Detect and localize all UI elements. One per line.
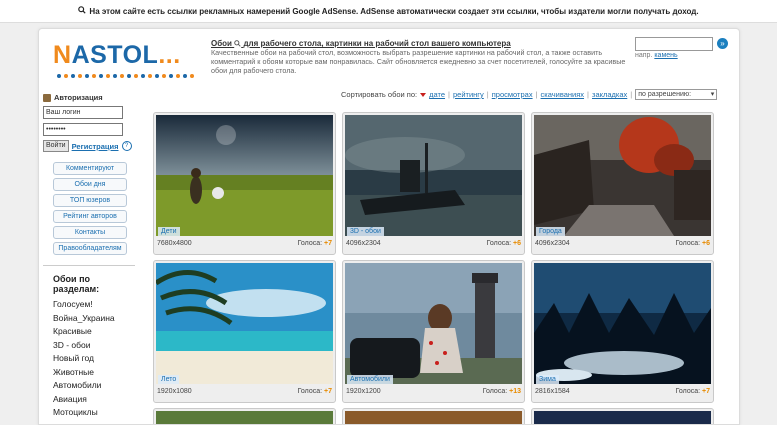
wallpaper-card[interactable]: Дети 7680x4800 Голоса: +7 bbox=[153, 112, 336, 255]
login-field[interactable]: Ваш логин bbox=[43, 106, 123, 119]
category-label[interactable]: Автомобили bbox=[347, 375, 393, 384]
chevron-down-icon: ▾ bbox=[710, 91, 715, 98]
menu-copyright[interactable]: Правообладателям bbox=[53, 242, 127, 255]
card-meta: 4096x2304 Голоса: +6 bbox=[346, 240, 521, 247]
adsense-notice-text: На этом сайте есть ссылки рекламных наме… bbox=[89, 6, 699, 16]
sort-by-bookmarks[interactable]: закладках bbox=[592, 90, 627, 99]
resolution-text: 1920x1200 bbox=[346, 388, 381, 395]
sidebar: Авторизация Ваш логин •••••••• Войти Рег… bbox=[43, 93, 135, 420]
card-meta: 7680x4800 Голоса: +7 bbox=[157, 240, 332, 247]
wallpaper-card[interactable]: Лето 1920x1080 Голоса: +7 bbox=[153, 260, 336, 403]
wallpaper-thumbnail[interactable]: Автомобили bbox=[345, 263, 522, 384]
auth-header: Авторизация bbox=[43, 93, 135, 102]
help-icon[interactable]: ? bbox=[121, 141, 132, 151]
resolution-text: 4096x2304 bbox=[535, 240, 570, 247]
resolution-text: 7680x4800 bbox=[157, 240, 192, 247]
card-meta: 1920x1080 Голоса: +7 bbox=[157, 388, 332, 395]
logo-text: ASTOL bbox=[71, 41, 159, 69]
password-field[interactable]: •••••••• bbox=[43, 123, 123, 136]
votes: Голоса: +7 bbox=[297, 240, 332, 247]
side-menu: Комментируют Обои дня ТОП юзеров Рейтинг… bbox=[53, 162, 135, 255]
site-title[interactable]: Обои для рабочего стола, картинки на раб… bbox=[211, 39, 511, 48]
sidebar-divider bbox=[43, 265, 135, 266]
votes: Голоса: +13 bbox=[482, 388, 521, 395]
category-label[interactable]: 3D - обои bbox=[347, 227, 384, 236]
search-icon bbox=[78, 6, 87, 16]
section-item[interactable]: Авиация bbox=[53, 393, 135, 407]
category-label[interactable]: Зима bbox=[536, 375, 559, 384]
search-button[interactable]: » bbox=[717, 38, 728, 49]
sort-bar: Сортировать обои по: дате | рейтингу | про… bbox=[341, 89, 718, 100]
category-label[interactable]: Дети bbox=[158, 227, 180, 236]
wallpaper-thumbnail[interactable]: 3D - обои bbox=[345, 115, 522, 236]
votes: Голоса: +7 bbox=[675, 388, 710, 395]
resolution-select[interactable]: по разрешению: ▾ bbox=[635, 89, 718, 100]
wallpaper-thumbnail[interactable]: Зима bbox=[534, 263, 711, 384]
section-item[interactable]: Животные bbox=[53, 366, 135, 380]
sort-by-rating[interactable]: рейтингу bbox=[453, 90, 484, 99]
wallpaper-card[interactable]: 3D - обои 4096x2304 Голоса: +6 bbox=[342, 112, 525, 255]
resolution-text: 4096x2304 bbox=[346, 240, 381, 247]
adsense-notice: На этом сайте есть ссылки рекламных наме… bbox=[0, 0, 777, 23]
card-meta: 1920x1200 Голоса: +13 bbox=[346, 388, 521, 395]
logo-ellipsis: ... bbox=[158, 41, 181, 69]
sort-arrow-icon bbox=[420, 92, 427, 97]
section-item[interactable]: 3D - обои bbox=[53, 339, 135, 353]
menu-author-rating[interactable]: Рейтинг авторов bbox=[53, 210, 127, 223]
login-button[interactable]: Войти bbox=[43, 140, 69, 152]
section-item[interactable]: Война_Украина bbox=[53, 312, 135, 326]
section-item[interactable]: Голосуем! bbox=[53, 298, 135, 312]
card-meta: 4096x2304 Голоса: +6 bbox=[535, 240, 710, 247]
wallpaper-thumbnail[interactable]: Города bbox=[534, 115, 711, 236]
resolution-text: 2816x1584 bbox=[535, 388, 570, 395]
site-logo[interactable]: NASTOL... bbox=[53, 41, 194, 78]
sort-by-downloads[interactable]: скачиваниях bbox=[541, 90, 585, 99]
user-icon bbox=[43, 93, 51, 102]
magnifier-icon bbox=[234, 40, 241, 48]
sort-by-views[interactable]: просмотрах bbox=[492, 90, 533, 99]
wallpaper-card[interactable]: Автомобили 1920x1200 Голоса: +13 bbox=[342, 260, 525, 403]
wallpaper-card[interactable] bbox=[153, 408, 336, 424]
resolution-text: 1920x1080 bbox=[157, 388, 192, 395]
logo-dots bbox=[57, 74, 194, 78]
wallpaper-card[interactable]: Города 4096x2304 Голоса: +6 bbox=[531, 112, 714, 255]
page-container: NASTOL... Обои для рабочего стола, карти… bbox=[38, 28, 740, 425]
section-item[interactable]: Мотоциклы bbox=[53, 406, 135, 420]
category-label[interactable]: Города bbox=[536, 227, 565, 236]
search-example-link[interactable]: камень bbox=[654, 52, 677, 59]
category-label[interactable]: Лето bbox=[158, 375, 180, 384]
section-item[interactable]: Красивые bbox=[53, 325, 135, 339]
wallpaper-card[interactable] bbox=[531, 408, 714, 424]
search-hint: напр. камень bbox=[635, 52, 678, 59]
wallpaper-thumbnail[interactable]: Дети bbox=[156, 115, 333, 236]
search-input[interactable] bbox=[635, 37, 713, 51]
menu-contacts[interactable]: Контакты bbox=[53, 226, 127, 239]
section-item[interactable]: Автомобили bbox=[53, 379, 135, 393]
sort-by-date[interactable]: дате bbox=[429, 90, 445, 99]
votes: Голоса: +7 bbox=[297, 388, 332, 395]
sections-title: Обои по разделам: bbox=[53, 274, 100, 294]
wallpaper-card[interactable]: Зима 2816x1584 Голоса: +7 bbox=[531, 260, 714, 403]
menu-comments[interactable]: Комментируют bbox=[53, 162, 127, 175]
menu-top-users[interactable]: ТОП юзеров bbox=[53, 194, 127, 207]
votes: Голоса: +6 bbox=[486, 240, 521, 247]
site-description: Качественные обои на рабочий стол, возмо… bbox=[211, 48, 626, 75]
wallpaper-thumbnail[interactable]: Лето bbox=[156, 263, 333, 384]
wallpaper-card[interactable] bbox=[342, 408, 525, 424]
section-item[interactable]: Новый год bbox=[53, 352, 135, 366]
card-meta: 2816x1584 Голоса: +7 bbox=[535, 388, 710, 395]
votes: Голоса: +6 bbox=[675, 240, 710, 247]
register-link[interactable]: Регистрация bbox=[72, 142, 119, 151]
menu-wallpaper-of-day[interactable]: Обои дня bbox=[53, 178, 127, 191]
login-row: Войти Регистрация ? bbox=[43, 140, 135, 152]
